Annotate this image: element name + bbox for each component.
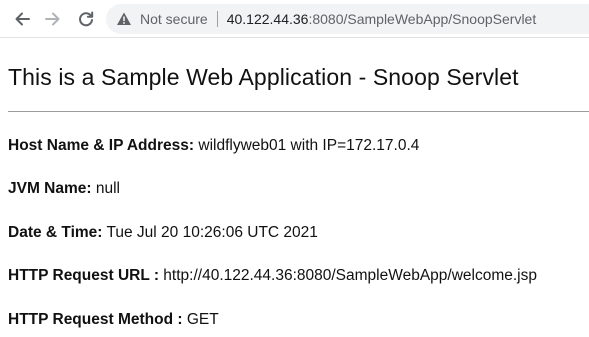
title-divider xyxy=(8,111,589,112)
security-status-label[interactable]: Not secure xyxy=(140,11,208,27)
reload-button[interactable] xyxy=(74,7,98,31)
forward-button[interactable] xyxy=(41,7,65,31)
back-button[interactable] xyxy=(10,7,34,31)
address-bar[interactable]: Not secure 40.122.44.36 :8080/SampleWebA… xyxy=(106,4,589,34)
jvm-info-line: JVM Name: null xyxy=(8,179,120,199)
request-method-label: HTTP Request Method : xyxy=(8,311,183,328)
url-host: 40.122.44.36 xyxy=(226,11,309,27)
page-content: This is a Sample Web Application - Snoop… xyxy=(8,38,589,328)
browser-toolbar: Not secure 40.122.44.36 :8080/SampleWebA… xyxy=(0,0,589,38)
address-divider xyxy=(216,11,218,27)
jvm-label: JVM Name: xyxy=(8,180,92,197)
jvm-value: null xyxy=(91,180,120,197)
page-title: This is a Sample Web Application - Snoop… xyxy=(8,64,519,90)
host-info-line: Host Name & IP Address: wildflyweb01 wit… xyxy=(8,136,419,156)
back-arrow-icon xyxy=(15,12,30,26)
request-method-value: GET xyxy=(182,311,219,328)
request-method-info-line: HTTP Request Method : GET xyxy=(8,310,219,330)
host-value: wildflyweb01 with IP=172.17.0.4 xyxy=(194,137,420,154)
host-label: Host Name & IP Address: xyxy=(8,137,195,154)
warning-triangle-icon xyxy=(116,11,132,27)
forward-arrow-icon xyxy=(45,12,60,26)
reload-icon xyxy=(79,11,94,27)
datetime-value: Tue Jul 20 10:26:06 UTC 2021 xyxy=(102,224,318,241)
datetime-info-line: Date & Time: Tue Jul 20 10:26:06 UTC 202… xyxy=(8,223,318,243)
request-url-label: HTTP Request URL : xyxy=(8,267,159,284)
url-path: :8080/SampleWebApp/SnoopServlet xyxy=(308,11,537,27)
datetime-label: Date & Time: xyxy=(8,224,103,241)
request-url-info-line: HTTP Request URL : http://40.122.44.36:8… xyxy=(8,266,537,286)
request-url-value: http://40.122.44.36:8080/SampleWebApp/we… xyxy=(159,267,537,284)
